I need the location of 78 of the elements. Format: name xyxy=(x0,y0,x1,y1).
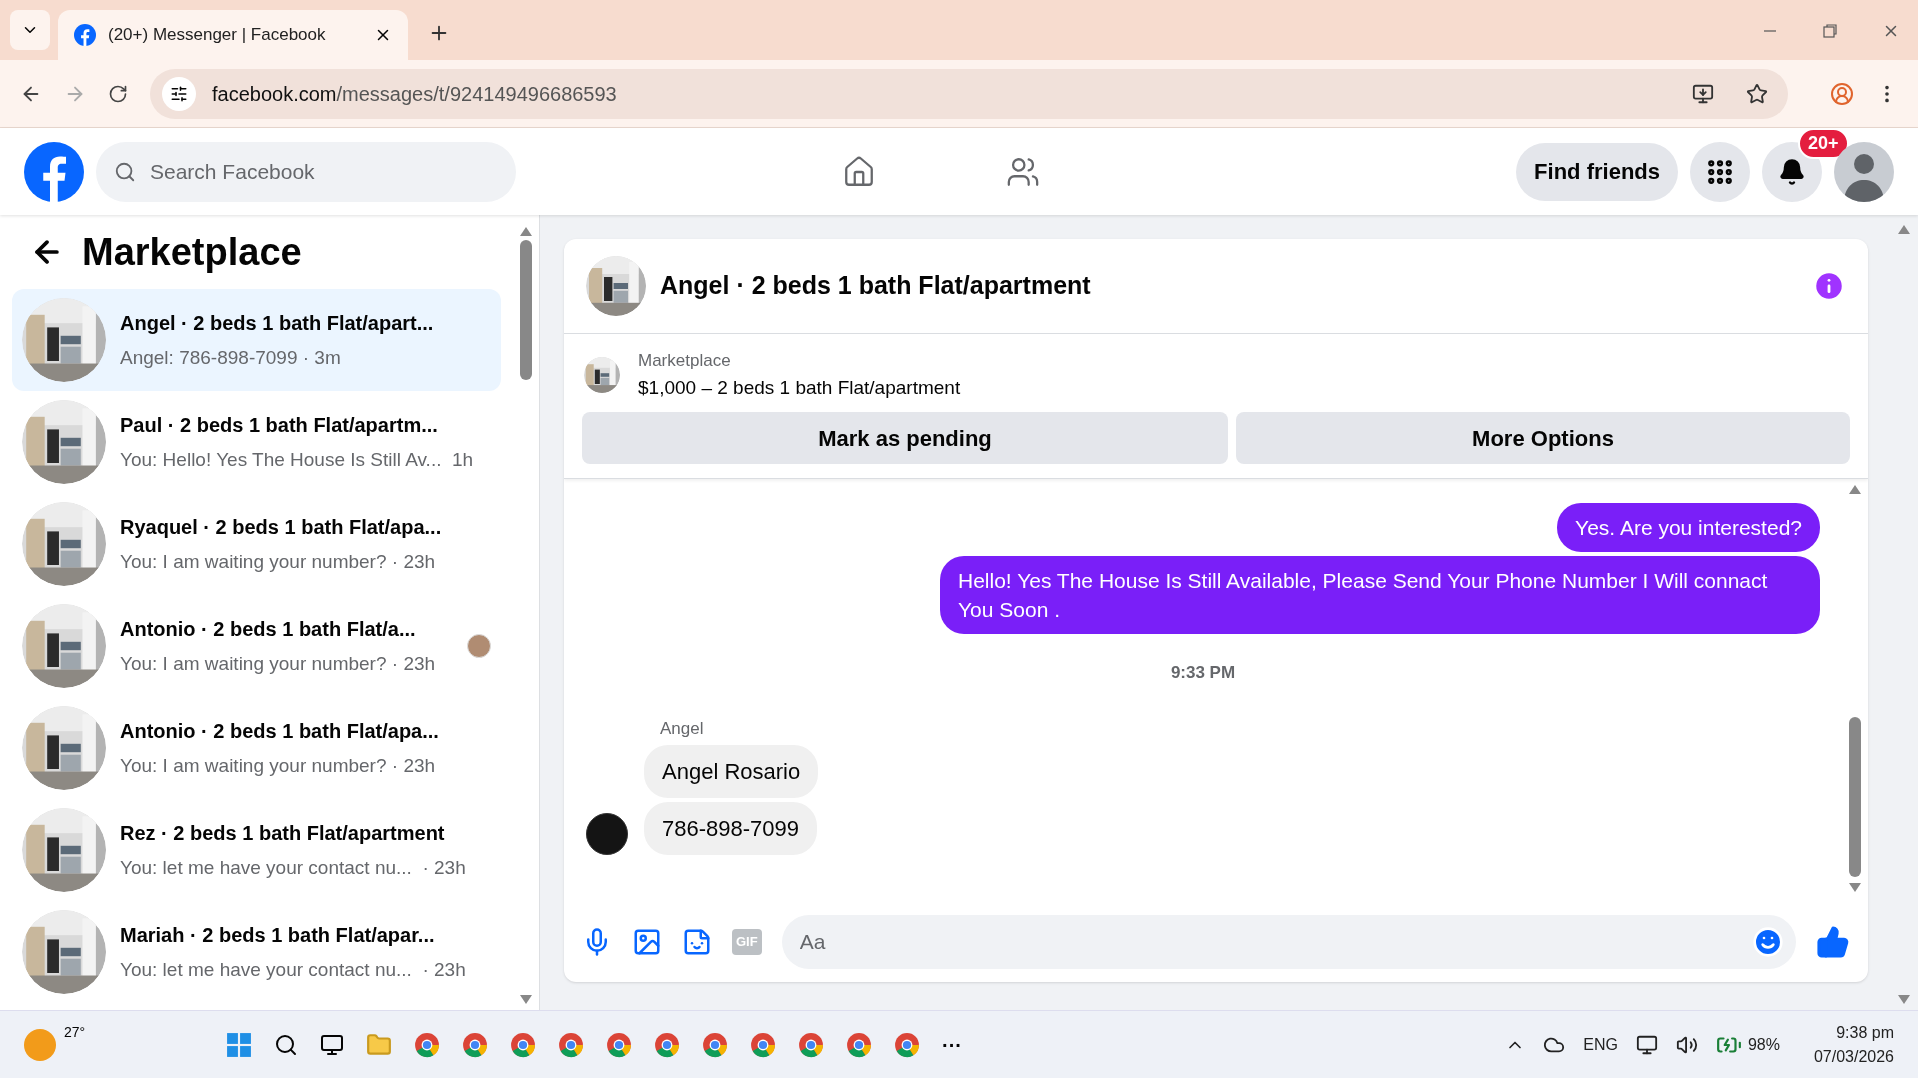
conversation-title: Rez · 2 beds 1 bath Flat/apartment xyxy=(120,820,446,846)
clock-time[interactable]: 9:38 pm xyxy=(1836,1020,1894,1045)
url-text: facebook.com/messages/t/924149496686593 xyxy=(212,81,618,107)
search-field[interactable]: Search Facebook xyxy=(96,141,516,202)
message-input[interactable]: Aa xyxy=(781,915,1796,969)
install-icon[interactable] xyxy=(1692,82,1714,105)
browser-taskbar-icon[interactable] xyxy=(414,1031,440,1058)
browser-taskbar-icon[interactable] xyxy=(798,1031,824,1058)
profile-icon[interactable] xyxy=(1830,81,1854,106)
conversation-preview: You: let me have your contact nu... · 23h xyxy=(120,957,466,982)
scroll-up-icon[interactable] xyxy=(1849,485,1861,494)
reload-icon[interactable] xyxy=(108,83,128,104)
browser-taskbar-icon[interactable] xyxy=(462,1031,488,1058)
scrollbar-thumb[interactable] xyxy=(520,240,532,380)
browser-taskbar-icon[interactable] xyxy=(846,1031,872,1058)
weather-icon xyxy=(24,1028,56,1061)
clock-date[interactable]: 07/03/2026 xyxy=(1813,1044,1894,1069)
facebook-logo-icon[interactable] xyxy=(24,141,84,202)
conversation-title: Antonio · 2 beds 1 bath Flat/a... xyxy=(120,616,417,642)
weather-temperature: 27° xyxy=(64,1023,86,1042)
find-friends-button[interactable]: Find friends xyxy=(1516,142,1678,201)
conversation-preview: You: Hello! Yes The House Is Still Av... 1h xyxy=(120,447,474,472)
received-message: Angel Rosario xyxy=(644,745,819,798)
search-icon xyxy=(114,160,136,183)
browser-taskbar-icon[interactable] xyxy=(510,1031,536,1058)
received-message: 786-898-7099 xyxy=(644,802,817,855)
browser-tab[interactable]: (20+) Messenger | Facebook xyxy=(58,10,408,60)
language-indicator[interactable]: ENG xyxy=(1583,1032,1618,1057)
scrollbar-thumb[interactable] xyxy=(1849,717,1861,877)
browser-taskbar-icon[interactable] xyxy=(894,1031,920,1058)
scroll-down-icon[interactable] xyxy=(1849,883,1861,892)
conversation-preview: You: I am waiting your number? · 23h xyxy=(120,753,437,778)
conversation-preview: You: I am waiting your number? · 23h xyxy=(120,651,436,676)
listing-label: Marketplace xyxy=(638,350,732,372)
browser-taskbar-icon[interactable] xyxy=(702,1031,728,1058)
timestamp: 9:33 PM xyxy=(1170,662,1236,684)
conversation-title: Mariah · 2 beds 1 bath Flat/apar... xyxy=(120,922,436,948)
conversation-preview: Angel: 786-898-7099 · 3m xyxy=(120,345,342,370)
conversation-item[interactable]: Angel · 2 beds 1 bath Flat/apart... Angel: 786-898-7099 · 3m xyxy=(12,289,501,391)
scroll-down-icon[interactable] xyxy=(1898,995,1910,1004)
like-icon[interactable] xyxy=(1816,925,1850,959)
battery-percent: 98% xyxy=(1747,1034,1780,1055)
browser-taskbar-icon[interactable] xyxy=(558,1031,584,1058)
browser-taskbar-icon[interactable] xyxy=(750,1031,776,1058)
sticker-icon[interactable] xyxy=(682,927,712,957)
address-bar[interactable]: facebook.com/messages/t/924149496686593 xyxy=(150,68,1788,119)
conversation-preview: You: I am waiting your number? · 23h xyxy=(120,549,437,574)
scroll-down-icon[interactable] xyxy=(520,995,532,1004)
browser-taskbar-icon[interactable] xyxy=(606,1031,632,1058)
bell-icon xyxy=(1778,157,1806,186)
scroll-up-icon[interactable] xyxy=(1898,225,1910,234)
conversation-title: Paul · 2 beds 1 bath Flat/apartm... xyxy=(120,412,439,438)
sender-name: Angel xyxy=(660,718,704,738)
search-icon[interactable] xyxy=(274,1032,298,1057)
facebook-logo-icon xyxy=(74,24,96,46)
browser-taskbar-icon[interactable] xyxy=(654,1031,680,1058)
conversation-title: Angel · 2 beds 1 bath Flat/apart... xyxy=(120,310,434,336)
image-icon[interactable] xyxy=(632,927,662,957)
site-settings-icon[interactable] xyxy=(162,76,196,111)
sent-message: Hello! Yes The House Is Still Available, Please Send Your Phone Number I Will connact You Soon . xyxy=(940,556,1820,634)
listing-title: $1,000 – 2 beds 1 bath Flat/apartment xyxy=(638,375,961,400)
conversation-title: Ryaquel · 2 beds 1 bath Flat/apa... xyxy=(120,514,442,540)
start-icon[interactable] xyxy=(226,1031,252,1058)
task-view-icon[interactable] xyxy=(320,1032,344,1057)
conversation-title: Antonio · 2 beds 1 bath Flat/apa... xyxy=(120,718,439,744)
more-options-button[interactable]: More Options xyxy=(1236,412,1850,464)
sent-message: Yes. Are you interested? xyxy=(1557,503,1820,552)
conversation-preview: You: let me have your contact nu... · 23h xyxy=(120,855,466,880)
network-icon[interactable] xyxy=(1635,1033,1658,1056)
scroll-up-icon[interactable] xyxy=(520,227,532,236)
sidebar-title: Marketplace xyxy=(82,229,302,275)
tab-title: (20+) Messenger | Facebook xyxy=(108,24,327,47)
emoji-icon[interactable] xyxy=(1752,926,1784,958)
bookmark-star-icon[interactable] xyxy=(1746,82,1768,105)
mark-pending-button[interactable]: Mark as pending xyxy=(582,412,1228,464)
restore-icon[interactable] xyxy=(1822,23,1838,39)
chat-title: Angel · 2 beds 1 bath Flat/apartment xyxy=(660,270,1092,302)
overflow-button[interactable]: ··· xyxy=(942,1029,962,1060)
